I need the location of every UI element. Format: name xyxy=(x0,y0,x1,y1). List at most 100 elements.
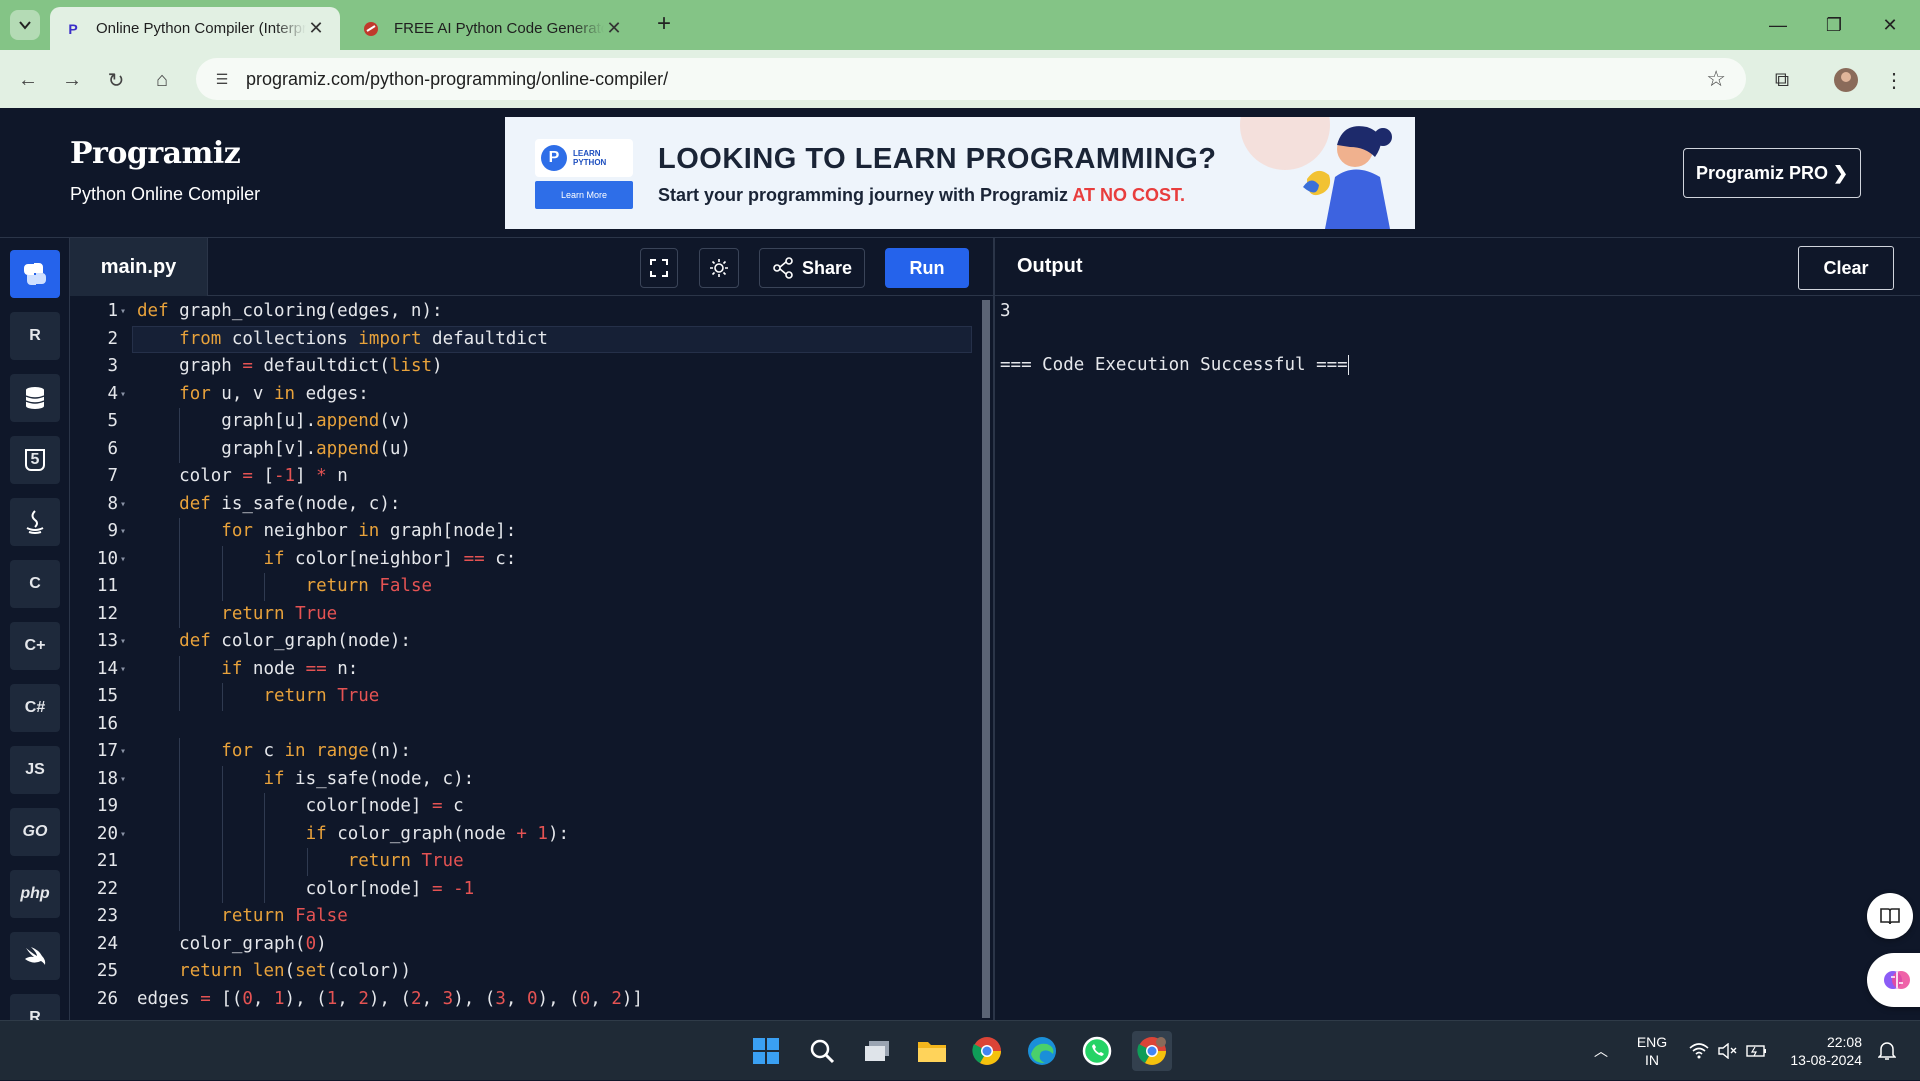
code-line[interactable]: 12 return True xyxy=(70,601,980,628)
fold-arrow-icon[interactable]: ▾ xyxy=(120,298,130,325)
edge-icon[interactable] xyxy=(1022,1031,1062,1071)
system-clock[interactable]: 22:08 13-08-2024 xyxy=(1778,1021,1862,1081)
site-info-icon[interactable]: ☰ xyxy=(210,67,234,91)
code-line[interactable]: 8 ▾ def is_safe(node, c): xyxy=(70,491,980,518)
java-icon[interactable] xyxy=(10,498,60,546)
code-editor[interactable]: 1 ▾ def graph_coloring(edges, n): 2 from co… xyxy=(70,296,980,1020)
code-line[interactable]: 2 from collections import defaultdict xyxy=(70,325,980,353)
code-line[interactable]: 9 ▾ for neighbor in graph[node]: xyxy=(70,518,980,545)
code-line[interactable]: 14 ▾ if node == n: xyxy=(70,656,980,683)
code-line[interactable]: 16 xyxy=(70,711,980,738)
run-button[interactable]: Run xyxy=(885,248,969,288)
browser-tab-ai-generator[interactable]: FREE AI Python Code Generator ✕ xyxy=(348,7,638,50)
c-icon[interactable]: C xyxy=(10,560,60,608)
profile-avatar[interactable] xyxy=(1830,64,1862,96)
home-icon[interactable]: ⌂ xyxy=(146,64,178,96)
learn-more-button[interactable]: Learn More xyxy=(535,181,633,209)
fold-arrow-icon[interactable]: ▾ xyxy=(120,738,130,765)
output-console[interactable]: 3 === Code Execution Successful === xyxy=(995,296,1920,1020)
task-view-icon[interactable] xyxy=(857,1031,897,1071)
code-line[interactable]: 6 graph[v].append(u) xyxy=(70,436,980,463)
code-line[interactable]: 15 return True xyxy=(70,683,980,710)
browser-menu-icon[interactable]: ⋮ xyxy=(1878,64,1910,96)
close-tab-icon[interactable]: ✕ xyxy=(604,18,624,39)
code-line[interactable]: 17 ▾ for c in range(n): xyxy=(70,738,980,765)
wifi-icon[interactable] xyxy=(1684,1021,1714,1081)
code-line[interactable]: 7 color = [-1] * n xyxy=(70,463,980,490)
close-tab-icon[interactable]: ✕ xyxy=(306,18,326,39)
back-icon[interactable]: ← xyxy=(12,64,44,96)
fold-arrow-icon[interactable]: ▾ xyxy=(120,821,130,848)
fold-arrow-icon[interactable]: ▾ xyxy=(120,546,130,573)
volume-muted-icon[interactable] xyxy=(1712,1021,1742,1081)
html-icon[interactable]: 5 xyxy=(10,436,60,484)
code-line[interactable]: 11 return False xyxy=(70,573,980,600)
fold-arrow-icon[interactable]: ▾ xyxy=(120,491,130,518)
code-line[interactable]: 21 return True xyxy=(70,848,980,875)
php-icon[interactable]: php xyxy=(10,870,60,918)
minimize-window-icon[interactable]: — xyxy=(1758,10,1798,40)
new-tab-button[interactable]: + xyxy=(650,10,678,38)
fold-arrow-icon[interactable]: ▾ xyxy=(120,766,130,793)
cpp-icon[interactable]: C+ xyxy=(10,622,60,670)
editor-scrollbar[interactable] xyxy=(982,300,990,1018)
programiz-pro-button[interactable]: Programiz PRO ❯ xyxy=(1683,148,1861,198)
tab-search-button[interactable] xyxy=(10,10,40,40)
code-line[interactable]: 19 color[node] = c xyxy=(70,793,980,820)
extensions-icon[interactable]: ⧉ xyxy=(1766,64,1798,96)
ai-assistant-button[interactable] xyxy=(1867,953,1920,1007)
close-window-icon[interactable]: ✕ xyxy=(1870,10,1910,40)
fold-arrow-icon[interactable]: ▾ xyxy=(120,628,130,655)
search-icon[interactable] xyxy=(802,1031,842,1071)
code-line[interactable]: 13 ▾ def color_graph(node): xyxy=(70,628,980,655)
windows-start-icon[interactable] xyxy=(746,1031,786,1071)
programiz-logo[interactable]: Programiz xyxy=(70,136,241,171)
sql-icon[interactable] xyxy=(10,374,60,422)
chrome-profile-icon[interactable] xyxy=(1132,1031,1172,1071)
code-line[interactable]: 5 graph[u].append(v) xyxy=(70,408,980,435)
reload-icon[interactable]: ↻ xyxy=(100,64,132,96)
show-hidden-icons-chevron-icon[interactable]: ︿ xyxy=(1586,1021,1616,1081)
code-line[interactable]: 18 ▾ if is_safe(node, c): xyxy=(70,766,980,793)
fold-arrow-icon[interactable]: ▾ xyxy=(120,518,130,545)
reading-mode-button[interactable] xyxy=(1867,893,1913,939)
fold-arrow-icon[interactable]: ▾ xyxy=(120,381,130,408)
chrome-icon[interactable] xyxy=(967,1031,1007,1071)
code-line[interactable]: 4 ▾ for u, v in edges: xyxy=(70,381,980,408)
code-line[interactable]: 10 ▾ if color[neighbor] == c: xyxy=(70,546,980,573)
code-line[interactable]: 25 return len(set(color)) xyxy=(70,958,980,985)
code-line[interactable]: 24 color_graph(0) xyxy=(70,931,980,958)
code-line[interactable]: 23 return False xyxy=(70,903,980,930)
go-icon[interactable]: GO xyxy=(10,808,60,856)
file-tab-main-py[interactable]: main.py xyxy=(70,238,208,296)
code-line[interactable]: 22 color[node] = -1 xyxy=(70,876,980,903)
line-number: 7 xyxy=(107,466,118,486)
notification-bell-icon[interactable] xyxy=(1872,1021,1902,1081)
ad-banner[interactable]: P LEARN PYTHON Learn More LOOKING TO LEAR… xyxy=(505,117,1415,229)
whatsapp-icon[interactable] xyxy=(1077,1031,1117,1071)
language-indicator[interactable]: ENG IN xyxy=(1628,1021,1676,1081)
python-icon[interactable] xyxy=(10,250,60,298)
csharp-icon[interactable]: C# xyxy=(10,684,60,732)
address-bar[interactable]: ☰ programiz.com/python-programming/onlin… xyxy=(196,58,1746,100)
share-button[interactable]: Share xyxy=(759,248,865,288)
code-line[interactable]: 20 ▾ if color_graph(node + 1): xyxy=(70,821,980,848)
code-line[interactable]: 3 graph = defaultdict(list) xyxy=(70,353,980,380)
theme-toggle-button[interactable] xyxy=(699,248,739,288)
js-icon[interactable]: JS xyxy=(10,746,60,794)
forward-icon[interactable]: → xyxy=(56,64,88,96)
restore-window-icon[interactable]: ❐ xyxy=(1814,10,1854,40)
browser-tab-compiler[interactable]: P Online Python Compiler (Interpreter) ✕ xyxy=(50,7,340,50)
fold-arrow-icon[interactable]: ▾ xyxy=(120,656,130,683)
battery-icon[interactable] xyxy=(1742,1021,1772,1081)
clear-button[interactable]: Clear xyxy=(1798,246,1894,290)
code-line[interactable]: 26 edges = [(0, 1), (1, 2), (2, 3), (3, 0… xyxy=(70,986,980,1013)
r-icon[interactable]: R xyxy=(10,312,60,360)
fullscreen-button[interactable] xyxy=(640,248,678,288)
bookmark-star-icon[interactable]: ☆ xyxy=(1706,66,1726,92)
url-text[interactable]: programiz.com/python-programming/online-… xyxy=(246,69,668,90)
swift-icon[interactable] xyxy=(10,932,60,980)
file-explorer-icon[interactable] xyxy=(912,1031,952,1071)
rust-icon[interactable]: R xyxy=(10,994,60,1020)
code-line[interactable]: 1 ▾ def graph_coloring(edges, n): xyxy=(70,298,980,325)
